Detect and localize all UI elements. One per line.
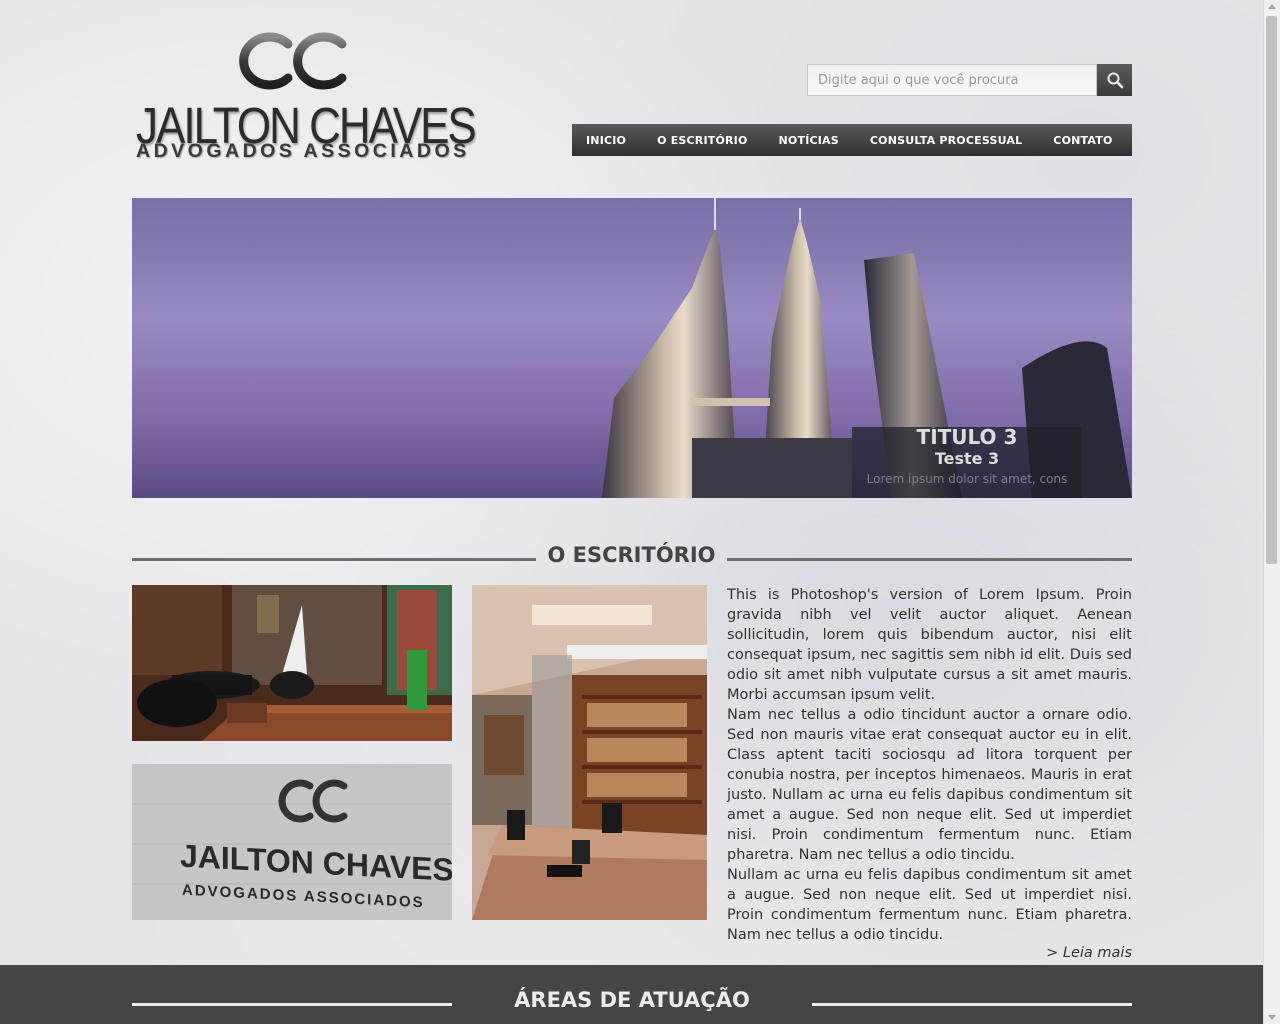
- office-paragraph: This is Photoshop's version of Lorem Ips…: [727, 587, 1132, 703]
- divider: [727, 558, 1132, 561]
- nav-contato[interactable]: CONTATO: [1053, 134, 1112, 147]
- search-box: [807, 64, 1132, 96]
- scroll-down-arrow-icon[interactable]: [1268, 1015, 1276, 1020]
- site-logo[interactable]: JAILTON CHAVES ADVOGADOS ASSOCIADOS: [136, 30, 477, 170]
- nav-noticias[interactable]: NOTÍCIAS: [779, 134, 839, 147]
- read-more-link[interactable]: > Leia mais: [1000, 945, 1132, 961]
- banner-subtitle: Teste 3: [934, 449, 1000, 468]
- hero-banner[interactable]: TÍTULO 3 Teste 3 Lorem ipsum dolor sit a…: [132, 198, 1132, 498]
- banner-title: TÍTULO 3: [916, 427, 1018, 449]
- monogram-logo-icon: [239, 32, 347, 90]
- areas-title: ÁREAS DE ATUAÇÃO: [514, 988, 750, 1012]
- banner-caption: TÍTULO 3 Teste 3 Lorem ipsum dolor sit a…: [852, 427, 1082, 498]
- divider: [132, 1003, 452, 1006]
- divider: [132, 558, 536, 561]
- search-input[interactable]: [807, 64, 1097, 96]
- lounge-image: [132, 585, 452, 741]
- office-section-heading: O ESCRITÓRIO: [132, 540, 1132, 576]
- office-title: O ESCRITÓRIO: [547, 543, 716, 567]
- scrollbar-thumb[interactable]: [1266, 16, 1277, 564]
- office-paragraph: Nam nec tellus a odio tincidunt auctor a…: [727, 707, 1132, 863]
- meeting-room-image: [472, 585, 707, 920]
- search-button[interactable]: [1097, 64, 1132, 96]
- office-photo-meeting-room[interactable]: [472, 585, 707, 920]
- office-paragraph: Nullam ac urna eu felis dapibus condimen…: [727, 867, 1132, 943]
- nav-consulta-processual[interactable]: CONSULTA PROCESSUAL: [870, 134, 1022, 147]
- areas-section-heading: ÁREAS DE ATUAÇÃO: [132, 985, 1132, 1021]
- divider: [812, 1003, 1132, 1006]
- logo-sign-image: JAILTON CHAVES ADVOGADOS ASSOCIADOS: [132, 764, 452, 920]
- main-nav: INICIO O ESCRITÓRIO NOTÍCIAS CONSULTA PR…: [572, 124, 1132, 156]
- search-icon: [1107, 72, 1123, 89]
- nav-o-escritorio[interactable]: O ESCRITÓRIO: [657, 134, 747, 147]
- office-photo-sign[interactable]: JAILTON CHAVES ADVOGADOS ASSOCIADOS: [132, 764, 452, 920]
- banner-text: Lorem ipsum dolor sit amet, cons: [866, 472, 1068, 486]
- scroll-up-arrow-icon[interactable]: [1268, 4, 1276, 9]
- brand-tagline: ADVOGADOS ASSOCIADOS: [136, 140, 470, 162]
- office-description: This is Photoshop's version of Lorem Ips…: [727, 585, 1132, 945]
- vertical-scrollbar[interactable]: [1263, 0, 1280, 1024]
- nav-inicio[interactable]: INICIO: [586, 134, 626, 147]
- office-photo-lounge[interactable]: [132, 585, 452, 741]
- page: JAILTON CHAVES ADVOGADOS ASSOCIADOS INIC…: [0, 0, 1264, 1024]
